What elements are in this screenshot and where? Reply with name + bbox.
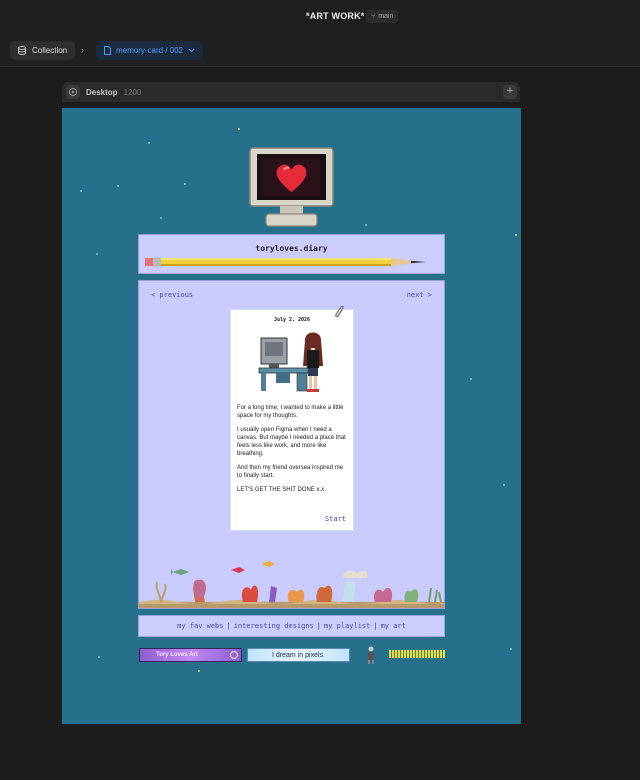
chevron-down-icon — [188, 48, 195, 53]
main-panel: < previous next > July 2, 2026 For a lon… — [138, 280, 445, 609]
start-link[interactable]: Start — [325, 515, 346, 523]
badge-dream-in-pixels-label: I dream in pixels. — [272, 651, 325, 659]
sparkle — [148, 142, 150, 144]
nav-separator: | — [226, 622, 231, 630]
database-icon — [18, 46, 26, 55]
breadcrumb-collection-label: Collection — [32, 46, 68, 55]
nav-link-interesting-designs[interactable]: interesting designs — [234, 622, 314, 630]
breadcrumb-collection[interactable]: Collection — [10, 41, 76, 60]
branch-label: main — [378, 13, 394, 20]
sparkle — [117, 185, 119, 187]
sparkle — [365, 224, 367, 226]
top-bar: *ART WORK* ⑂ main — [0, 0, 640, 34]
entry-paragraph: LET'S GET THE SHIT DONE x.x — [237, 487, 325, 493]
previous-link[interactable]: < previous — [151, 291, 193, 299]
badge-dream-in-pixels[interactable]: I dream in pixels. — [247, 648, 350, 662]
entry-paragraph: I usually open Figma when I need a canva… — [237, 427, 346, 457]
badge-marquee[interactable] — [389, 650, 445, 658]
next-link[interactable]: next > — [407, 291, 432, 299]
diary-card: July 2, 2026 For a long time, I wanted t… — [230, 309, 354, 531]
sparkle — [80, 190, 82, 192]
plus-icon: + — [506, 85, 514, 97]
link-nav: my fav webs | interesting designs | my p… — [138, 615, 445, 637]
heart-monitor-icon — [249, 147, 334, 227]
breadcrumb: Collection › memory-card / 002 — [0, 34, 640, 67]
entry-body: For a long time, I wanted to make a litt… — [237, 404, 349, 500]
sparkle — [503, 484, 505, 486]
paperclip-icon — [335, 305, 344, 318]
sparkle — [238, 128, 240, 130]
desk-illustration — [258, 332, 323, 392]
sparkle — [510, 648, 512, 650]
sparkle — [515, 234, 517, 236]
frame-width: 1200 — [123, 87, 142, 97]
badge-tory-loves-art-label: Tory Loves Art — [156, 652, 198, 658]
chevron-right-icon: › — [81, 45, 84, 55]
heart-icon — [230, 651, 238, 659]
figure-icon — [368, 646, 374, 664]
sparkle — [184, 183, 186, 185]
nav-separator: | — [373, 622, 378, 630]
sparkle — [98, 656, 100, 658]
branch-selector[interactable]: ⑂ main — [366, 10, 399, 23]
entry-paragraph: And then my friend oversea inspired me t… — [237, 465, 344, 479]
nav-link-playlist[interactable]: my playlist — [324, 622, 370, 630]
header-panel: toryloves.diary — [138, 234, 445, 274]
document-title: *ART WORK* — [306, 11, 365, 21]
nav-separator: | — [316, 622, 321, 630]
nav-link-art[interactable]: my art — [381, 622, 406, 630]
sparkle — [160, 217, 162, 219]
branch-icon: ⑂ — [371, 13, 376, 20]
coral-reef-illustration — [139, 561, 444, 608]
file-icon — [104, 46, 111, 55]
breadcrumb-page-label: memory-card / 002 — [116, 46, 184, 55]
nav-link-fav-webs[interactable]: my fav webs — [177, 622, 223, 630]
frame-toolbar: Desktop 1200 + — [62, 82, 520, 102]
site-canvas: toryloves.diary < previous next > July 2… — [62, 108, 521, 724]
sparkle — [470, 378, 472, 380]
sparkle — [96, 253, 98, 255]
add-breakpoint-button[interactable]: + — [503, 85, 517, 99]
pencil-icon — [145, 257, 426, 267]
entry-paragraph: For a long time, I wanted to make a litt… — [237, 405, 344, 419]
frame-name: Desktop — [86, 87, 118, 97]
preview-button[interactable] — [66, 85, 80, 99]
site-title: toryloves.diary — [255, 244, 328, 253]
breadcrumb-page[interactable]: memory-card / 002 — [96, 41, 204, 60]
play-icon — [69, 88, 77, 96]
sparkle — [198, 670, 200, 672]
badge-tory-loves-art[interactable]: Tory Loves Art — [139, 648, 242, 662]
